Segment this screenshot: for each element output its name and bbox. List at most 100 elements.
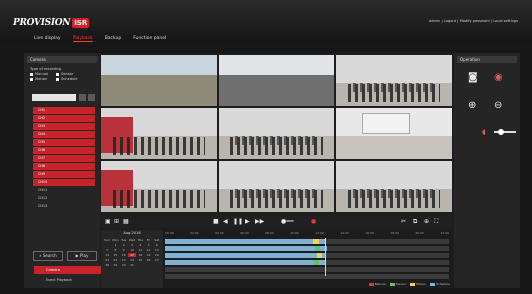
calendar-weekday: Mon <box>112 238 119 242</box>
select-all-button[interactable] <box>79 94 86 101</box>
channel-search-input[interactable] <box>32 94 76 101</box>
clear-selection-button[interactable] <box>88 94 95 101</box>
calendar-day[interactable]: 27 <box>153 258 161 262</box>
tab-backup[interactable]: Backup <box>105 36 122 42</box>
event-playback-item[interactable]: Event Playback <box>34 276 104 284</box>
channel-item[interactable]: CH9 <box>33 171 95 178</box>
calendar-day[interactable]: 3 <box>128 243 136 247</box>
camera-view-5[interactable] <box>218 108 335 159</box>
legend-schedule: Schedule <box>430 282 450 286</box>
channel-item[interactable]: CH4 <box>33 131 95 138</box>
timeline-track-3[interactable] <box>165 253 449 258</box>
calendar-day[interactable]: 28 <box>103 263 111 267</box>
step-icon[interactable]: ▶▶ <box>255 218 264 225</box>
calendar-day[interactable]: 8 <box>111 248 119 252</box>
record-type-schedule[interactable]: Schedule <box>56 77 82 82</box>
playhead[interactable] <box>325 238 326 276</box>
eye-icon[interactable]: ◉ <box>494 73 503 83</box>
calendar-day[interactable]: 22 <box>111 258 119 262</box>
camera-view-9[interactable] <box>336 161 452 212</box>
tab-live-display[interactable]: Live display <box>34 36 61 42</box>
calendar-day[interactable]: 5 <box>144 243 152 247</box>
channel-item[interactable]: CH8 <box>33 163 95 170</box>
calendar-day[interactable]: 29 <box>111 263 119 267</box>
camera-view-4[interactable] <box>101 108 217 159</box>
calendar-day[interactable]: 11 <box>136 248 144 252</box>
tab-playback[interactable]: Playback <box>72 36 93 42</box>
calendar-day[interactable]: 31 <box>128 263 136 267</box>
calendar-day[interactable]: 19 <box>144 253 152 257</box>
calendar-day[interactable]: 30 <box>120 263 128 267</box>
calendar-day[interactable]: 15 <box>111 253 119 257</box>
camera-view-8[interactable] <box>218 161 335 212</box>
channel-item[interactable]: CH11 <box>33 187 95 194</box>
channel-item[interactable]: CH12 <box>33 195 95 202</box>
channel-item[interactable]: CH10 <box>33 179 95 186</box>
channel-item[interactable]: CH1 <box>33 107 95 114</box>
calendar-day[interactable]: 13 <box>153 248 161 252</box>
calendar-day[interactable]: 23 <box>120 258 128 262</box>
calendar-grid: Sun Mon Tue Wed Thu Fri Sat 1 2 3 4 5 6 7 8 9 10 11 12 13 14… <box>103 238 161 267</box>
camera-view-7[interactable] <box>101 161 217 212</box>
calendar-day[interactable]: 18 <box>136 253 144 257</box>
time-ruler: 00:00 02:00 04:00 06:00 08:00 10:00 12:00 14:00… <box>165 231 449 236</box>
calendar-weekday: Thu <box>137 238 144 242</box>
camera-view-3[interactable] <box>336 55 452 106</box>
timeline-track-1[interactable] <box>165 239 449 244</box>
camera-view-6[interactable] <box>336 108 452 159</box>
zoom-in-icon[interactable]: ⊕ <box>468 101 476 111</box>
calendar-day[interactable]: 20 <box>153 253 161 257</box>
time-ruler-label: 02:00 <box>190 231 199 235</box>
calendar-day[interactable]: 14 <box>103 253 111 257</box>
channel-item[interactable]: CH5 <box>33 139 95 146</box>
timeline-track-4[interactable] <box>165 260 449 265</box>
calendar-day[interactable]: 1 <box>111 243 119 247</box>
play-button[interactable]: ▶ Play <box>67 251 97 261</box>
calendar-day[interactable]: 4 <box>136 243 144 247</box>
calendar-day[interactable]: 9 <box>120 248 128 252</box>
split-9-icon[interactable]: ▦ <box>123 218 129 225</box>
calendar-day[interactable]: 2 <box>120 243 128 247</box>
record-type-motion[interactable]: Motion <box>30 77 56 82</box>
calendar-day[interactable]: 10 <box>128 248 136 252</box>
zoom-out-icon[interactable]: ⊖ <box>494 101 502 111</box>
channel-item[interactable]: CH2 <box>33 115 95 122</box>
snapshot-camera-icon[interactable]: ◙ <box>468 73 478 83</box>
channel-item[interactable]: CH6 <box>33 147 95 154</box>
user-info[interactable]: admin | Logout | Modify password | Local… <box>429 19 518 23</box>
stop-icon[interactable]: ■ <box>213 218 219 225</box>
calendar-day[interactable]: 16 <box>120 253 128 257</box>
timeline-track-5[interactable] <box>165 267 449 272</box>
volume-knob[interactable] <box>498 129 504 135</box>
main-tabs: Live display Playback Backup Function pa… <box>34 36 166 42</box>
search-button[interactable]: ⌕ Search <box>33 251 63 261</box>
split-1-icon[interactable]: ▣ <box>105 218 111 225</box>
timeline-track-6[interactable] <box>165 274 449 279</box>
calendar-day[interactable]: 12 <box>144 248 152 252</box>
scissors-icon[interactable]: ✂ <box>401 218 406 225</box>
rewind-icon[interactable]: ◀ <box>223 218 228 225</box>
calendar-day[interactable]: 24 <box>128 258 136 262</box>
zoom-icon[interactable]: ⊕ <box>424 218 429 225</box>
camera-view-2[interactable] <box>218 55 335 106</box>
channel-item[interactable]: CH7 <box>33 155 95 162</box>
calendar-day[interactable]: 25 <box>136 258 144 262</box>
pause-icon[interactable]: ❚❚ <box>233 218 243 225</box>
calendar-day[interactable]: 26 <box>144 258 152 262</box>
camera-view-1[interactable] <box>101 55 217 106</box>
record-clip-icon[interactable]: ● <box>311 218 316 225</box>
fullscreen-icon[interactable]: ⛶ <box>434 218 438 226</box>
calendar-day[interactable]: 7 <box>103 248 111 252</box>
speed-slider-icon[interactable]: ●━━ <box>281 218 293 225</box>
calendar-day[interactable]: 6 <box>153 243 161 247</box>
calendar-day[interactable]: 21 <box>103 258 111 262</box>
timeline-track-2[interactable] <box>165 246 449 251</box>
camera-mode-item[interactable]: Camera <box>34 266 104 274</box>
snapshot-icon[interactable]: ⧉ <box>413 218 417 226</box>
channel-item[interactable]: CH3 <box>33 123 95 130</box>
play-control-icon[interactable]: ▶ <box>245 218 250 225</box>
split-4-icon[interactable]: ⊞ <box>114 218 119 225</box>
channel-item[interactable]: CH13 <box>33 203 95 210</box>
tab-function-panel[interactable]: Function panel <box>133 36 166 42</box>
calendar-day[interactable]: 17 <box>127 253 137 257</box>
